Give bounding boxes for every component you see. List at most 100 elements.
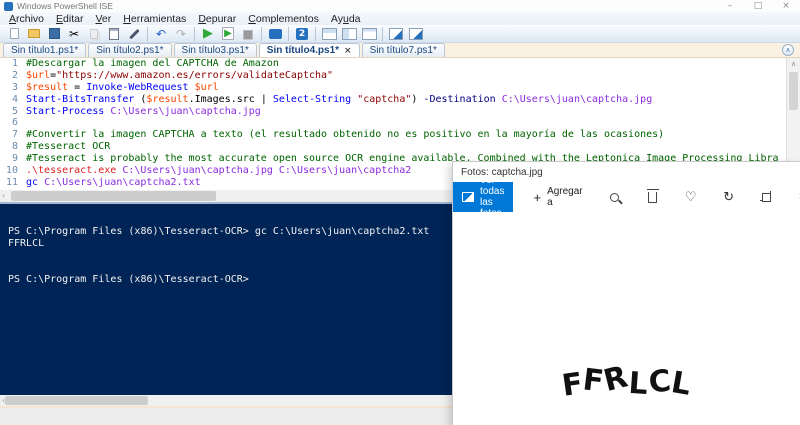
photos-title-bar: Fotos: captcha.jpg [453,162,800,182]
paste-icon-shape [109,27,119,40]
edit-icon[interactable]: ✂ [797,189,800,205]
zoom-icon[interactable] [607,189,623,205]
tab-close-icon[interactable]: × [344,46,352,56]
line-number: 4 [11,93,18,105]
layout-split-vertical-icon-shape [341,27,357,40]
menu-complementos[interactable]: Complementos [242,13,325,25]
crop-icon[interactable] [759,189,775,205]
new-remote-tab-icon-shape [268,28,282,39]
menu-ayuda[interactable]: Ayuda [325,13,367,25]
undo-icon[interactable]: ↶ [152,26,170,42]
line-number: 9 [11,153,18,165]
layout-script-maximized-icon[interactable] [360,26,378,42]
collapse-script-pane-button[interactable]: ∧ [782,44,794,56]
code-line: 1 #Descargar la imagen del CAPTCHA de Ama… [0,58,786,70]
line-number: 10 [5,165,18,177]
code-token: "https://www.amazon.es/errors/validateCa… [56,69,334,81]
line-number: 6 [11,117,18,129]
photos-window: Fotos: captcha.jpg Ver todas las fotos +… [452,161,800,425]
code-token: #Convertir la imagen CAPTCHA a texto (el… [26,129,665,141]
tab-2[interactable]: Sin título2.ps1* [88,43,172,57]
menu-bar: Archivo Editar Ver Herramientas Depurar Compl… [0,12,800,25]
show-script-pane-right-icon[interactable] [407,26,425,42]
toolbar-separator [261,26,262,41]
stop-icon[interactable]: ■ [239,26,257,42]
code-token: C:\Users\juan\captcha.jpg C:\Users\juan\… [122,165,412,177]
scrollbar-thumb[interactable] [11,191,216,201]
toolbar-separator [147,26,148,41]
redo-icon[interactable]: ↷ [172,26,190,42]
tab-3[interactable]: Sin título3.ps1* [173,43,257,57]
code-token: C:\Users\juan\captcha.jpg [110,105,261,117]
code-token: .Images.src | [188,93,273,105]
stop-icon-glyph: ■ [242,26,254,41]
window-title: Windows PowerShell ISE [17,1,113,11]
copy-icon-shape [90,28,98,39]
toolbar: ✂ ↶ ↷ ▶ ▶ ■ 2 [0,25,800,43]
menu-ver[interactable]: Ver [89,13,117,25]
new-script-icon[interactable] [5,26,23,42]
menu-editar[interactable]: Editar [50,13,89,25]
code-token: .\tesseract.exe [26,165,117,177]
minimize-button[interactable]: – [716,0,744,12]
code-token: ) [411,93,424,105]
code-token: $result [146,93,189,105]
delete-icon[interactable] [645,189,661,205]
start-powershell-icon-shape: 2 [296,27,308,40]
powershell-ise-window: Windows PowerShell ISE – □ × Archivo Editar… [0,0,800,425]
crop-icon-shape [760,190,772,202]
line-number: 11 [5,176,18,188]
scrollbar-thumb[interactable] [5,396,148,405]
run-selection-icon[interactable]: ▶ [219,26,237,42]
tab-label: Sin título7.ps1* [369,45,437,56]
layout-split-horizontal-icon[interactable] [320,26,338,42]
open-script-icon[interactable] [25,26,43,42]
captcha-letter: L [627,365,650,403]
paste-icon[interactable] [105,26,123,42]
code-token: #Tesseract OCR [26,141,111,153]
clear-console-icon-shape [128,28,140,39]
code-token: C:\Users\juan\captcha.jpg [501,93,653,105]
menu-archivo[interactable]: Archivo [3,13,50,25]
menu-depurar[interactable]: Depurar [192,13,242,25]
scroll-up-icon[interactable]: ∧ [787,58,800,71]
close-button[interactable]: × [772,0,800,12]
code-token: Select-String [272,93,352,105]
code-line: 3 $result = Invoke-WebRequest $url [0,82,786,94]
add-to-button[interactable]: + Agregar a [521,182,594,212]
code-line: 7 #Convertir la imagen CAPTCHA a texto (e… [0,129,786,141]
menu-herramientas[interactable]: Herramientas [117,13,192,25]
line-number: 8 [11,141,18,153]
line-number: 2 [11,69,18,81]
tab-1[interactable]: Sin título1.ps1* [3,43,87,57]
favorite-icon[interactable]: ♡ [683,189,699,205]
rotate-icon[interactable]: ↻ [721,189,737,205]
code-line: 5 Start-Process C:\Users\juan\captcha.jpg [0,106,786,118]
code-line: 2 $url = "https://www.amazon.es/errors/vali… [0,70,786,82]
tab-label: Sin título1.ps1* [11,45,79,56]
view-all-photos-button[interactable]: Ver todas las fotos [453,175,514,219]
code-line: 4 Start-BitsTransfer ($result .Images.src … [0,94,786,106]
tab-4-active[interactable]: Sin título4.ps1* × [258,43,360,57]
scrollbar-thumb[interactable] [789,72,798,110]
new-remote-tab-icon[interactable] [266,26,284,42]
save-icon[interactable] [45,26,63,42]
cut-icon[interactable]: ✂ [65,26,83,42]
scroll-left-icon[interactable]: ‹ [2,190,5,202]
tab-label: Sin título3.ps1* [181,45,249,56]
copy-icon[interactable] [85,26,103,42]
clear-console-icon[interactable] [125,26,143,42]
maximize-button[interactable]: □ [744,0,772,12]
tab-5[interactable]: Sin título7.ps1* [361,43,445,57]
show-script-pane-top-icon[interactable] [387,26,405,42]
layout-split-horizontal-icon-shape [321,27,337,40]
run-script-icon-glyph: ▶ [203,26,213,41]
layout-split-vertical-icon[interactable] [340,26,358,42]
run-script-icon[interactable]: ▶ [199,26,217,42]
toolbar-separator [288,26,289,41]
rotate-icon-glyph: ↻ [723,189,735,205]
redo-icon-glyph: ↷ [175,26,187,41]
code-token: Start-BitsTransfer [26,93,135,105]
code-token: $url [194,81,219,93]
start-powershell-icon[interactable]: 2 [293,26,311,42]
